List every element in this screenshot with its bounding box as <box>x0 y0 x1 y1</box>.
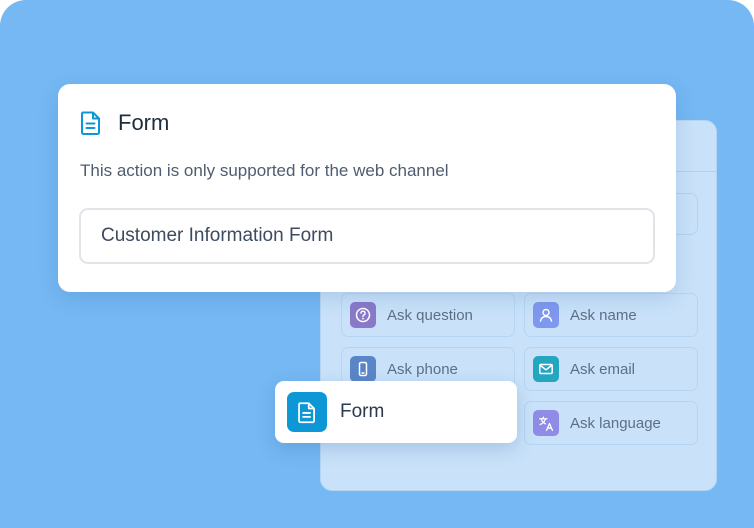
action-ask-name[interactable]: Ask name <box>524 293 698 337</box>
action-ask-email[interactable]: Ask email <box>524 347 698 391</box>
form-drag-chip[interactable]: Form <box>275 381 517 443</box>
action-label: Ask name <box>570 306 637 324</box>
action-ask-language[interactable]: Ask language <box>524 401 698 445</box>
user-icon <box>533 302 559 328</box>
document-icon <box>287 392 327 432</box>
card-description: This action is only supported for the we… <box>80 161 449 180</box>
document-icon <box>80 110 102 136</box>
mail-icon <box>533 356 559 382</box>
card-title: Form <box>118 110 170 135</box>
action-label: Ask question <box>387 306 473 324</box>
phone-icon <box>350 356 376 382</box>
card-header: Form <box>80 110 169 136</box>
chip-label: Form <box>340 401 385 422</box>
action-label: Ask phone <box>387 360 458 378</box>
translate-icon <box>533 410 559 436</box>
action-label: Ask language <box>570 414 661 432</box>
form-action-card: Form This action is only supported for t… <box>58 84 676 292</box>
form-select-field[interactable]: Customer Information Form <box>79 208 655 264</box>
question-icon <box>350 302 376 328</box>
action-ask-question[interactable]: Ask question <box>341 293 515 337</box>
action-label: Ask email <box>570 360 636 378</box>
